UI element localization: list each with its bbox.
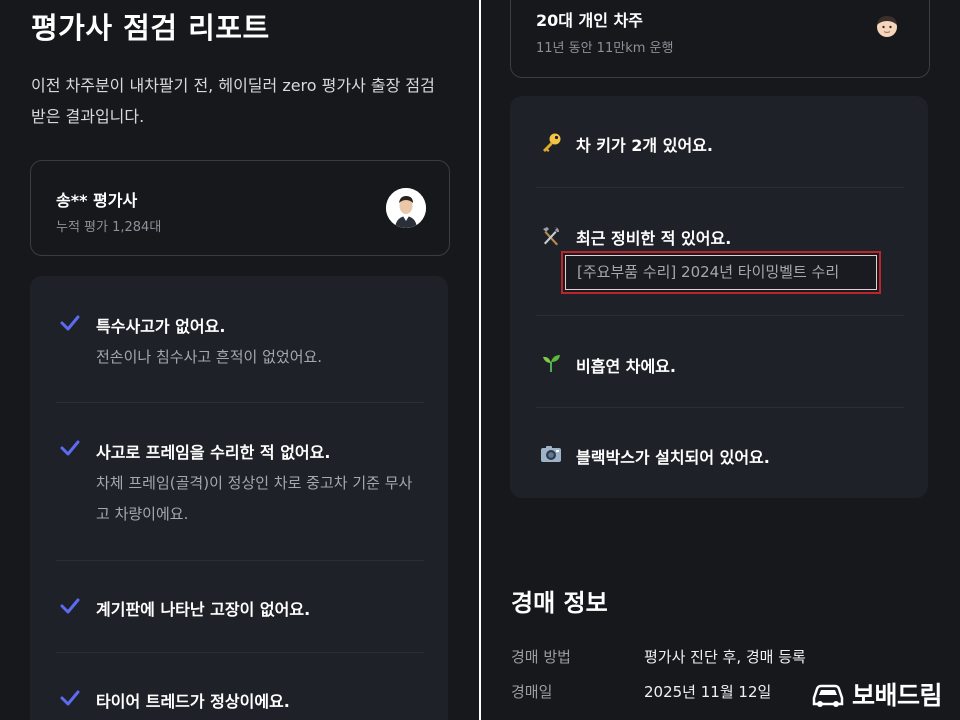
auction-method-value: 평가사 진단 후, 경매 등록 — [644, 648, 806, 666]
check-icon — [60, 598, 80, 614]
right-panel: 20대 개인 차주 11년 동안 11만km 운행 차 키가 2개 있어요. 최… — [481, 0, 960, 720]
check-item-desc: 차체 프레임(골격)이 정상인 차로 중고차 기준 무사고 차량이에요. — [96, 474, 413, 523]
watermark: 보배드림 — [810, 676, 943, 712]
owner-sub: 11년 동안 11만km 운행 — [536, 41, 674, 56]
check-item-desc: 전손이나 침수사고 흔적이 없었어요. — [96, 348, 323, 366]
divider — [536, 407, 904, 408]
inspector-count: 누적 평가 1,284대 — [56, 220, 162, 235]
inspector-avatar — [386, 188, 426, 228]
divider — [56, 652, 424, 653]
check-icon — [60, 690, 80, 706]
page-title: 평가사 점검 리포트 — [31, 11, 270, 45]
inspector-name: 송** 평가사 — [56, 191, 138, 210]
check-icon — [60, 315, 80, 331]
person-icon — [877, 16, 897, 37]
auction-date-label: 경매일 — [511, 683, 553, 701]
feature-label: 최근 정비한 적 있어요. — [576, 229, 732, 248]
divider — [536, 187, 904, 188]
repair-detail-highlight: [주요부품 수리] 2024년 타이밍벨트 수리 — [561, 251, 881, 294]
check-icon — [60, 440, 80, 456]
car-logo-icon — [812, 684, 844, 707]
auction-date-value: 2025년 11월 12일 — [644, 683, 772, 701]
owner-card[interactable]: 20대 개인 차주 11년 동안 11만km 운행 — [510, 0, 930, 78]
features-card: 차 키가 2개 있어요. 최근 정비한 적 있어요. 비흡연 차에요. 블랙박스… — [510, 96, 928, 498]
divider — [56, 560, 424, 561]
divider — [56, 402, 424, 403]
check-item-title: 특수사고가 없어요. — [96, 317, 226, 336]
inspection-card: 특수사고가 없어요. 전손이나 침수사고 흔적이 없었어요. 사고로 프레임을 … — [30, 276, 448, 720]
repair-detail-text: [주요부품 수리] 2024년 타이밍벨트 수리 — [577, 263, 840, 281]
owner-title: 20대 개인 차주 — [536, 11, 644, 30]
check-item-title: 사고로 프레임을 수리한 적 없어요. — [96, 443, 331, 462]
feature-label: 비흡연 차에요. — [576, 357, 676, 376]
left-panel: 평가사 점검 리포트 이전 차주분이 내차팔기 전, 헤이딜러 zero 평가사… — [0, 0, 479, 720]
check-item-title: 타이어 트레드가 정상이에요. — [96, 692, 290, 711]
watermark-text: 보배드림 — [852, 681, 943, 710]
check-item-title: 계기판에 나타난 고장이 없어요. — [96, 600, 311, 619]
divider — [536, 315, 904, 316]
camera-icon — [541, 446, 561, 462]
intro-text: 이전 차주분이 내차팔기 전, 헤이딜러 zero 평가사 출장 점검받은 결과… — [31, 76, 435, 126]
feature-label: 블랙박스가 설치되어 있어요. — [576, 448, 770, 467]
inspector-card[interactable]: 송** 평가사 누적 평가 1,284대 — [30, 160, 450, 256]
tools-icon — [543, 227, 559, 246]
auction-method-label: 경매 방법 — [511, 648, 571, 666]
key-icon — [543, 133, 561, 152]
auction-title: 경매 정보 — [511, 589, 608, 617]
seedling-icon — [543, 355, 560, 372]
feature-label: 차 키가 2개 있어요. — [576, 136, 713, 155]
